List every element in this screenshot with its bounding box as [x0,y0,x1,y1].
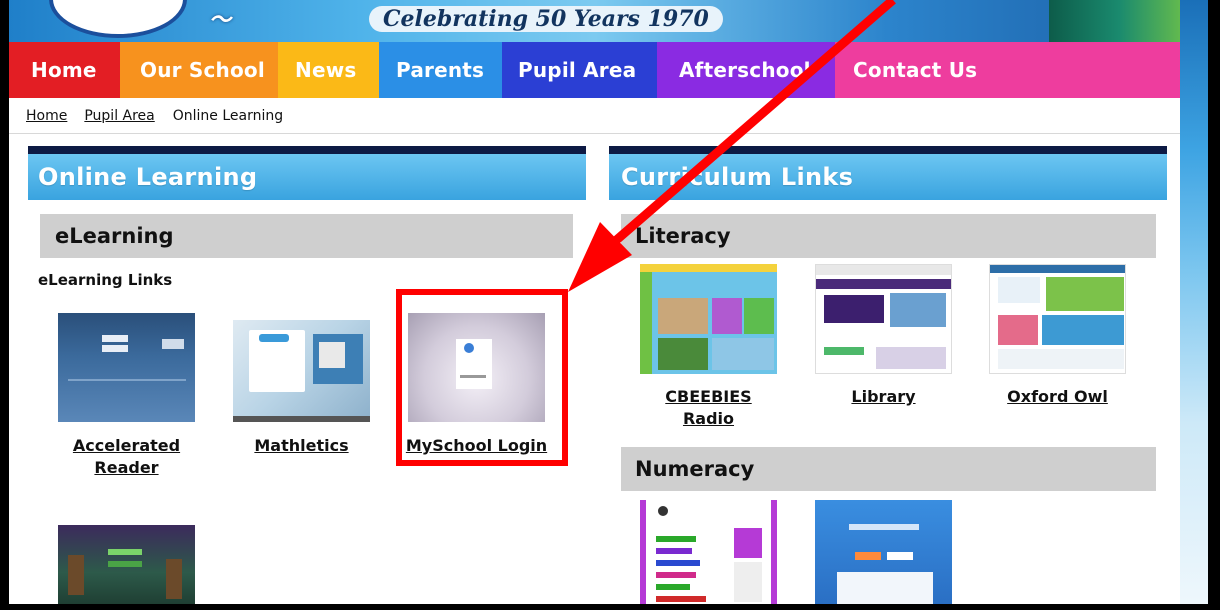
top-bar-shape [640,264,777,272]
nav-item-news[interactable]: News [278,42,379,98]
headline-shape [849,524,919,530]
text-block-shape [824,347,864,355]
screen-frame-bottom [0,604,1220,610]
button-shape [887,552,913,560]
cbeebies-radio-thumbnail[interactable] [640,264,777,374]
literacy-subheading: Literacy [621,214,1156,258]
highlight-callout-box [396,289,568,466]
menu-line-shape [656,560,700,566]
nav-item-parents[interactable]: Parents [379,42,502,98]
side-bar-shape [640,272,652,374]
banner-script-logo: 〜 [209,7,232,33]
elearning-subheading: eLearning [40,214,573,258]
elearning-game-thumbnail[interactable] [58,525,195,604]
site-banner: 〜 Celebrating 50 Years 1970 [9,0,1180,42]
login-field-shape [102,335,128,342]
divider-shape [68,379,186,381]
numeracy-site-thumbnail[interactable] [640,500,777,604]
image-tile-shape [712,338,774,370]
logo-shape [162,339,184,349]
tree-shape [68,555,84,595]
button-shape [855,552,881,560]
nav-item-our-school[interactable]: Our School [120,42,278,98]
side-widget-shape [734,528,762,558]
mathletics-thumbnail[interactable] [233,320,370,422]
promo-box-shape [998,315,1038,345]
site-logo-icon [658,506,668,516]
accelerated-reader-label-line2: Reader [94,458,159,477]
menu-line-shape [656,584,690,590]
button-shape [108,549,142,555]
banner-illustration [1049,0,1180,42]
tree-shape [166,559,182,599]
online-learning-header: Online Learning [28,146,586,200]
menu-line-shape [656,548,692,554]
accelerated-reader-thumbnail[interactable] [58,313,195,422]
login-field-shape [102,345,128,352]
curriculum-links-title: Curriculum Links [609,154,1167,200]
library-thumbnail[interactable] [815,264,952,374]
numeracy-subheading: Numeracy [621,447,1156,491]
top-bar-shape [990,265,1125,273]
logo-shape [998,277,1040,303]
image-tile-shape [658,338,708,370]
main-nav: Home Our School News Parents Pupil Area … [9,42,1180,98]
side-widget-shape [734,562,762,602]
hero-text-shape [824,295,884,323]
accelerated-reader-label-line1: Accelerated [72,436,181,455]
nav-item-contact-us[interactable]: Contact Us [835,42,1180,98]
breadcrumb-current: Online Learning [172,107,284,124]
button-shape [108,561,142,567]
breadcrumb-pupil-area[interactable]: Pupil Area [84,108,154,124]
mathletics-link[interactable]: Mathletics [233,435,370,457]
top-bar-shape [816,265,951,275]
numeracy-site2-thumbnail[interactable] [815,500,952,604]
nav-item-pupil-area[interactable]: Pupil Area [502,42,657,98]
nav-bar-shape [816,279,951,289]
image-tile-shape [712,298,742,334]
library-link[interactable]: Library [815,386,952,408]
online-learning-title: Online Learning [28,154,586,200]
hero-image-shape [890,293,946,327]
promo-box-shape [1042,315,1124,345]
screen-frame-right [1208,0,1220,610]
nav-item-home[interactable]: Home [9,42,120,98]
banner-tagline: Celebrating 50 Years 1970 [369,6,723,32]
oxford-owl-thumbnail[interactable] [989,264,1126,374]
accelerated-reader-link[interactable]: Accelerated Reader [58,435,195,479]
curriculum-links-header: Curriculum Links [609,146,1167,200]
header-topline [609,146,1167,154]
image-tile-shape [876,347,946,369]
header-topline [28,146,586,154]
menu-line-shape [656,572,696,578]
mathletics-logo-shape [259,334,289,342]
school-logo[interactable] [49,0,187,38]
menu-line-shape [656,596,706,602]
breadcrumb: Home Pupil Area Online Learning [9,98,1180,134]
text-block-shape [998,349,1124,369]
image-tile-shape [744,298,774,334]
nav-item-afterschool[interactable]: Afterschool [657,42,835,98]
menu-line-shape [656,536,696,542]
elearning-links-label: eLearning Links [38,271,173,289]
oxford-owl-link[interactable]: Oxford Owl [989,386,1126,408]
cbeebies-radio-link[interactable]: CBEEBIES Radio [640,386,777,430]
preview-card-shape [837,572,933,604]
image-tile-shape [658,298,708,334]
page-background-gradient [1180,0,1208,604]
screen-frame-left [0,0,9,610]
qr-code-shape [319,342,345,368]
breadcrumb-home[interactable]: Home [26,108,67,124]
hero-image-shape [1046,277,1124,311]
